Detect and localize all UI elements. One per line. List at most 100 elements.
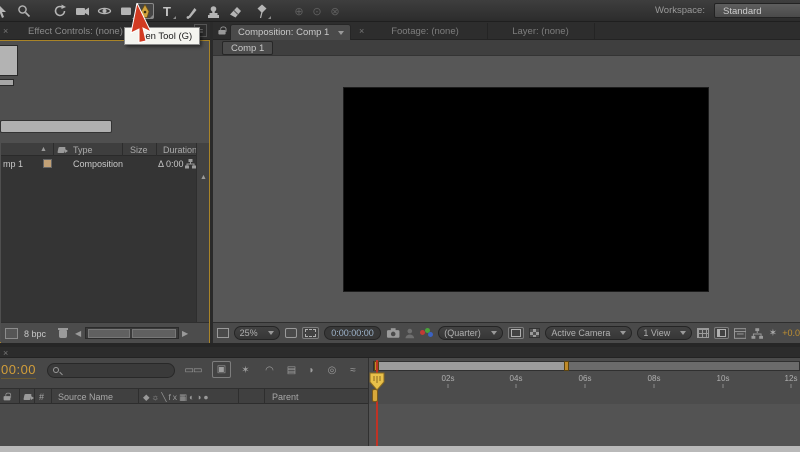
comp-flowchart-icon[interactable]: [751, 328, 763, 339]
eraser-tool-button[interactable]: [226, 3, 244, 19]
graph-editor-button[interactable]: ≈: [344, 362, 362, 379]
always-preview-icon[interactable]: [217, 328, 229, 338]
target-region-button[interactable]: [508, 327, 524, 339]
bit-depth-label[interactable]: 8 bpc: [24, 329, 46, 339]
reset-exposure-icon[interactable]: ✶: [769, 328, 777, 339]
project-panel-footer: 8 bpc ◀ ▶: [1, 322, 209, 343]
resolution-dropdown[interactable]: (Quarter): [438, 326, 503, 340]
timeline-search-input[interactable]: [66, 365, 170, 376]
comp1-viewer-tab[interactable]: Comp 1: [222, 41, 273, 55]
timeline-controls-row: 00:00 ▭▭ ▣ ✶ ◠ ▤ ◗ ◎ ≈: [0, 358, 368, 388]
chevron-down-icon: [338, 31, 344, 35]
layer-switches-icons[interactable]: ◆☼╲fx▦◐◑●: [143, 392, 211, 403]
target-region-icon: [511, 329, 521, 337]
project-tab-close-icon[interactable]: ×: [3, 26, 8, 36]
view-axis-mode-icon: ⊗: [326, 3, 344, 19]
magnification-dropdown[interactable]: 25%: [234, 326, 280, 340]
label-column-icon[interactable]: [24, 393, 34, 401]
resolution-value: (Quarter): [444, 328, 481, 338]
timeline-columns-header: # Source Name ◆☼╲fx▦◐◑● Parent: [0, 388, 368, 404]
scroll-left-icon[interactable]: ◀: [75, 329, 81, 338]
view-layout-value: 1 View: [643, 328, 670, 338]
column-layer-number[interactable]: #: [39, 392, 44, 402]
viewer-tabstrip: Composition: Comp 1 × Footage: (none) La…: [213, 22, 800, 40]
viewer-tab-close-icon[interactable]: ×: [359, 26, 364, 36]
snapshot-camera-icon[interactable]: [386, 327, 400, 339]
zoom-tool-button[interactable]: [15, 3, 33, 19]
composition-mini-flowchart-button[interactable]: ▭▭: [182, 362, 204, 379]
timeline-tab-close-icon[interactable]: ×: [3, 348, 8, 358]
composition-canvas[interactable]: [343, 87, 709, 292]
project-scrollbar[interactable]: ▲: [196, 143, 209, 322]
tab-effect-controls[interactable]: Effect Controls: (none): [28, 26, 123, 37]
motion-blur-button[interactable]: ▤: [283, 362, 300, 379]
column-type[interactable]: Type: [73, 145, 93, 155]
puppet-pin-tool-button[interactable]: [253, 3, 271, 19]
region-of-interest-button[interactable]: [302, 327, 319, 339]
transparency-grid-icon[interactable]: [529, 328, 541, 338]
selection-tool-button[interactable]: [0, 3, 10, 19]
draft-3d-button[interactable]: ▣: [212, 361, 231, 378]
grid-guides-icon[interactable]: [697, 328, 709, 338]
ruler-label-12s: 12s: [785, 374, 798, 383]
pan-behind-tool-button[interactable]: [95, 3, 113, 19]
after-effects-window: T ⊕ ⊙ ⊗ Workspace: Standard × Effect Con…: [0, 0, 800, 452]
hide-shy-layers-button[interactable]: ✶: [237, 362, 254, 379]
composition-viewer: [213, 56, 800, 322]
label-column-icon[interactable]: [58, 146, 68, 154]
tab-layer[interactable]: Layer: (none): [488, 22, 593, 40]
workspace-dropdown[interactable]: Standard: [714, 3, 800, 18]
timeline-search-box: [47, 363, 175, 378]
trash-icon[interactable]: [58, 327, 68, 338]
current-time-indicator-head[interactable]: [369, 372, 385, 391]
flowchart-mini-icon: [185, 159, 196, 169]
project-thumbnail-caption: [0, 79, 14, 86]
safe-margins-icon[interactable]: [285, 328, 298, 338]
view-layout-dropdown[interactable]: 1 View: [637, 326, 692, 340]
column-size[interactable]: Size: [130, 145, 148, 155]
lock-column-icon[interactable]: [4, 393, 11, 401]
3d-view-dropdown[interactable]: Active Camera: [545, 326, 632, 340]
clone-stamp-tool-button[interactable]: [204, 3, 222, 19]
timeline-timecode[interactable]: 00:00: [1, 362, 36, 379]
3d-view-value: Active Camera: [551, 328, 610, 338]
work-area-end-handle[interactable]: [564, 361, 569, 371]
timeline-button-icon[interactable]: [734, 328, 746, 339]
project-search-field[interactable]: [0, 120, 112, 133]
column-duration[interactable]: Duration: [163, 145, 197, 155]
brainstorm-button[interactable]: ◗: [304, 362, 319, 379]
tool-flyout-corner: [268, 16, 271, 19]
auto-keyframe-button[interactable]: ◎: [324, 362, 340, 379]
label-color-swatch[interactable]: [43, 159, 52, 168]
timeline-track-area-empty[interactable]: [368, 404, 800, 446]
viewer-lock-icon[interactable]: [218, 26, 225, 34]
column-source-name[interactable]: Source Name: [58, 392, 113, 402]
text-tool-button[interactable]: T: [158, 3, 176, 19]
pixel-aspect-correction-button[interactable]: [714, 327, 729, 339]
local-axis-mode-icon: ⊕: [290, 3, 308, 19]
tab-footage[interactable]: Footage: (none): [370, 22, 480, 40]
project-settings-icon[interactable]: [5, 328, 18, 339]
camera-tool-button[interactable]: [73, 3, 91, 19]
timeline-layer-list-empty[interactable]: [0, 404, 368, 446]
tab-composition-comp1[interactable]: Composition: Comp 1: [230, 24, 351, 40]
exposure-value[interactable]: +0.0: [782, 328, 800, 338]
world-axis-mode-icon: ⊙: [308, 3, 326, 19]
project-hscrollbar[interactable]: [85, 327, 179, 339]
project-row-comp1[interactable]: mp 1 Composition Δ 0:00: [1, 156, 196, 171]
ruler-label-08s: 08s: [648, 374, 661, 383]
scroll-right-icon[interactable]: ▶: [182, 329, 188, 338]
scroll-up-icon[interactable]: ▲: [200, 174, 207, 181]
rotation-tool-button[interactable]: [51, 3, 69, 19]
show-channel-icon[interactable]: [420, 328, 433, 338]
column-parent[interactable]: Parent: [272, 392, 299, 402]
show-snapshot-icon[interactable]: [405, 328, 415, 339]
sort-arrow-icon[interactable]: ▲: [40, 146, 47, 153]
frame-blending-button[interactable]: ◠: [261, 362, 278, 379]
work-area-bar[interactable]: [375, 362, 567, 370]
work-area-track[interactable]: [373, 361, 800, 371]
brush-tool-button[interactable]: [183, 3, 201, 19]
search-icon: [53, 367, 59, 373]
viewer-timecode[interactable]: 0:00:00:00: [324, 326, 381, 340]
tab-composition-label: Composition: Comp 1: [238, 27, 329, 38]
